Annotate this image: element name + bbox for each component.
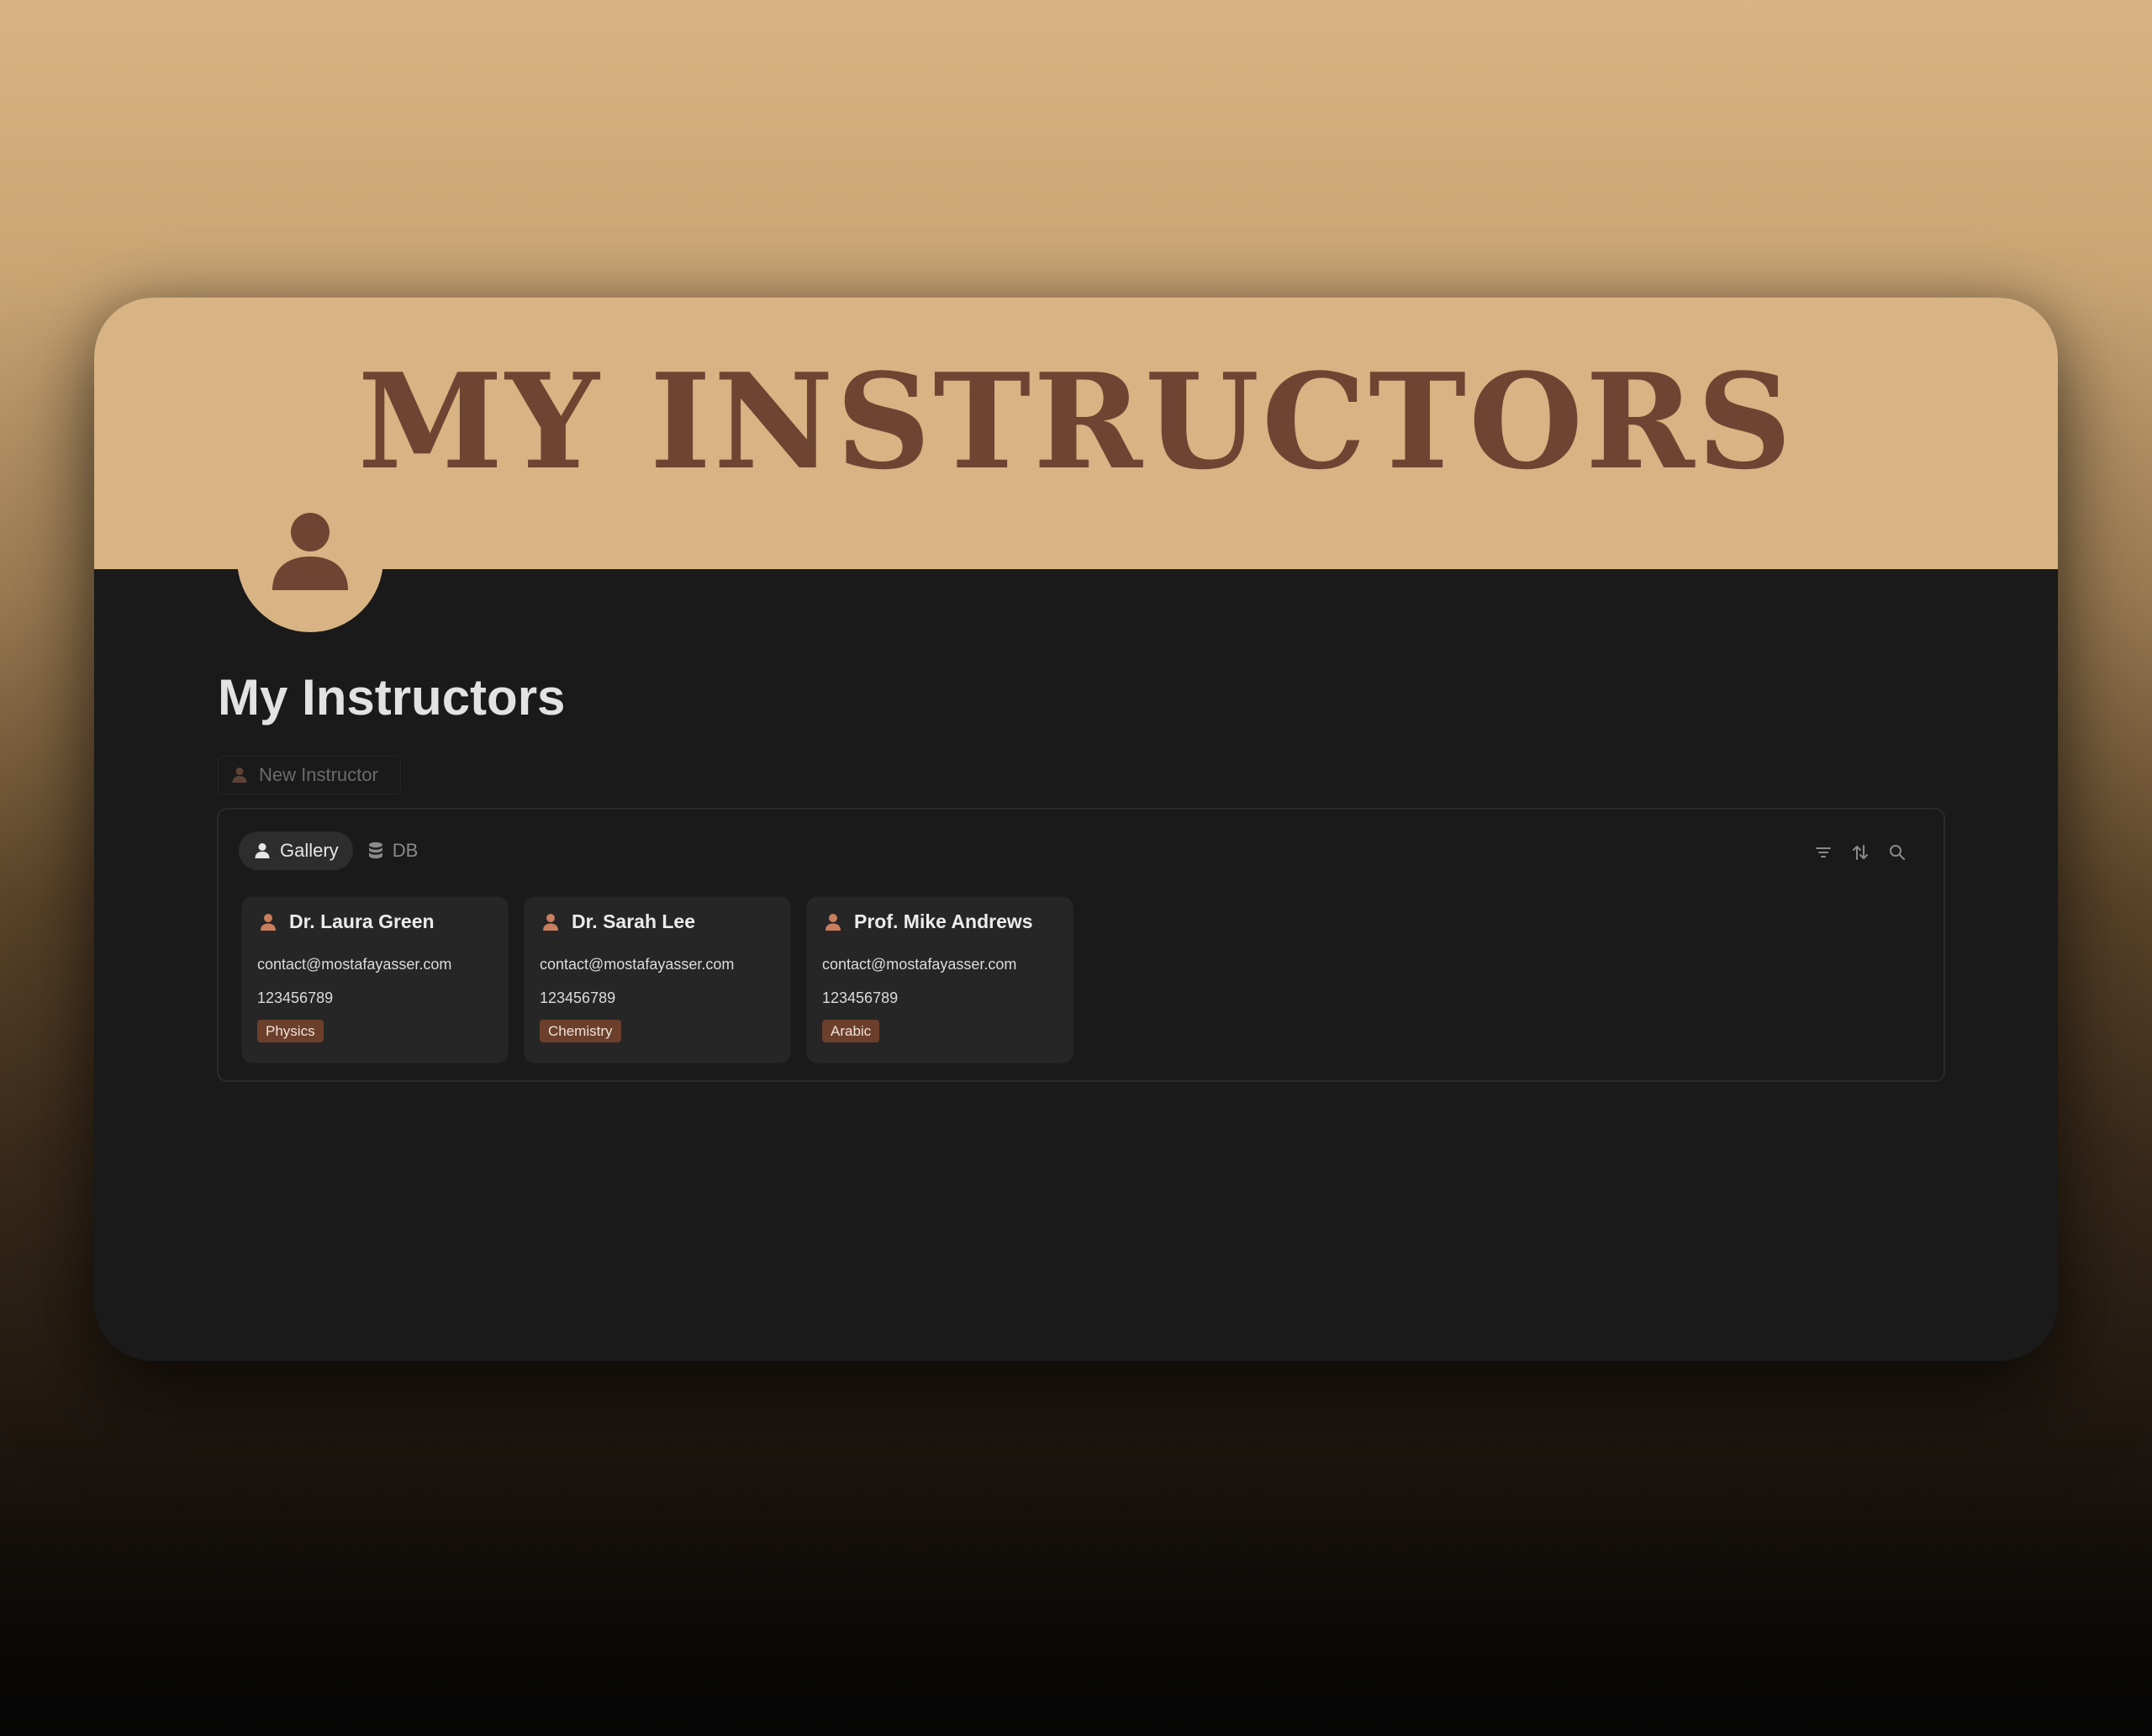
card-title: Prof. Mike Andrews <box>824 910 1033 933</box>
instructor-name: Dr. Laura Green <box>289 910 435 932</box>
person-icon <box>259 912 277 932</box>
new-instructor-button[interactable]: New Instructor <box>218 756 401 794</box>
database-view: Gallery DB Dr. Laura Green contact@mosta… <box>217 808 1945 1082</box>
person-icon <box>824 912 842 932</box>
instructor-email: contact@mostafayasser.com <box>257 956 452 973</box>
card-title: Dr. Sarah Lee <box>541 910 695 933</box>
person-icon <box>272 513 348 590</box>
instructor-phone: 123456789 <box>540 989 616 1006</box>
person-icon <box>230 766 249 784</box>
sort-icon[interactable] <box>1851 843 1870 862</box>
page-window: MY INSTRUCTORS My Instructors New Instru… <box>94 298 2058 1361</box>
view-tabs: Gallery DB <box>239 831 432 870</box>
subject-tag: Chemistry <box>540 1020 621 1042</box>
tab-db[interactable]: DB <box>353 831 433 870</box>
instructor-phone: 123456789 <box>257 989 334 1006</box>
instructor-card[interactable]: Prof. Mike Andrews contact@mostafayasser… <box>807 897 1073 1063</box>
instructor-email: contact@mostafayasser.com <box>540 956 735 973</box>
tab-gallery-label: Gallery <box>280 840 339 861</box>
instructor-card[interactable]: Dr. Laura Green contact@mostafayasser.co… <box>242 897 508 1063</box>
gallery-cards: Dr. Laura Green contact@mostafayasser.co… <box>242 897 1089 1063</box>
card-title: Dr. Laura Green <box>259 910 435 933</box>
search-icon[interactable] <box>1888 843 1907 862</box>
tab-gallery[interactable]: Gallery <box>239 831 353 870</box>
person-icon <box>253 842 272 860</box>
instructor-phone: 123456789 <box>822 989 899 1006</box>
filter-icon[interactable] <box>1814 844 1833 861</box>
page-title: My Instructors <box>218 669 566 726</box>
banner-title: MY INSTRUCTORS <box>357 345 1795 499</box>
database-icon <box>367 841 384 861</box>
subject-tag: Physics <box>257 1020 324 1042</box>
person-icon <box>541 912 560 932</box>
cover-banner: MY INSTRUCTORS <box>94 298 2058 569</box>
view-toolbar <box>1796 843 1907 862</box>
instructor-name: Prof. Mike Andrews <box>854 910 1033 932</box>
page-icon[interactable] <box>237 486 383 632</box>
instructor-name: Dr. Sarah Lee <box>572 910 696 932</box>
instructor-email: contact@mostafayasser.com <box>822 956 1017 973</box>
new-instructor-label: New Instructor <box>259 764 378 785</box>
tab-db-label: DB <box>392 840 419 861</box>
instructor-card[interactable]: Dr. Sarah Lee contact@mostafayasser.com … <box>525 897 790 1063</box>
subject-tag: Arabic <box>822 1020 880 1042</box>
